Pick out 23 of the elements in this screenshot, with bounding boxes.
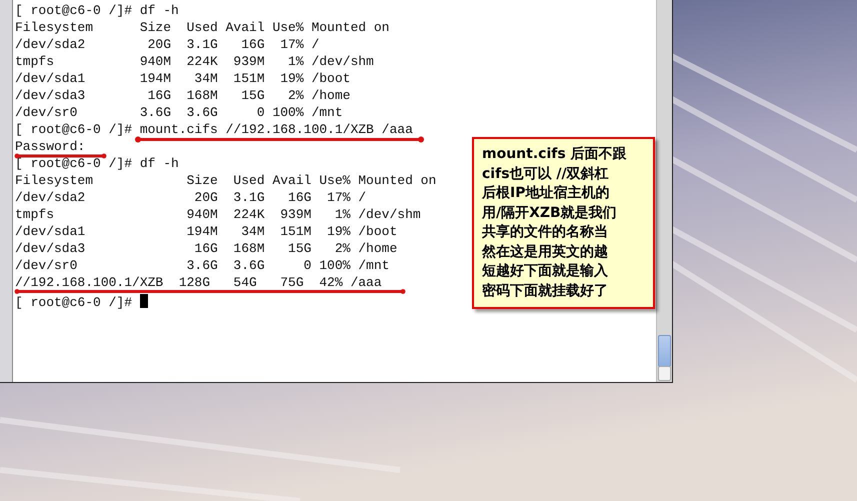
terminal-line: /dev/sda2 20G 3.1G 16G 17% /: [15, 192, 366, 204]
terminal-line: [ root@c6-0 /]# df -h: [15, 5, 179, 17]
terminal-line: /dev/sda1 194M 34M 151M 19% /boot: [15, 226, 398, 238]
terminal-line: Filesystem Size Used Avail Use% Mounted on: [15, 22, 390, 34]
terminal-line: /dev/sda1 194M 34M 151M 19% /boot: [15, 73, 350, 85]
terminal-prompt: [ root@c6-0 /]#: [15, 295, 134, 310]
terminal-line: Password:: [15, 141, 86, 153]
scrollbar-thumb[interactable]: [658, 335, 671, 367]
terminal-line: /dev/sda3 16G 168M 15G 2% /home: [15, 243, 398, 255]
terminal-line: tmpfs 940M 224K 939M 1% /dev/shm: [15, 56, 374, 68]
scroll-down-button[interactable]: [658, 366, 671, 381]
scrollbar[interactable]: [656, 0, 672, 382]
terminal-line: /dev/sda3 16G 168M 15G 2% /home: [15, 90, 350, 102]
terminal-line: //192.168.100.1/XZB 128G 54G 75G 42% /aaa: [15, 277, 382, 289]
terminal-line: [ root@c6-0 /]# mount.cifs //192.168.100.1/XZB /aaa: [15, 124, 413, 136]
annotation-note: mount.cifs 后面不跟 cifs也可以 //双斜杠 后根IP地址宿主机的 用/隔开XZB就是我们 共享的文件的名称当 然在这是用英文的越 短越好下面就是输入 密码下面就挂载好了: [472, 137, 655, 309]
cursor: [140, 294, 148, 308]
terminal-line: [ root@c6-0 /]# df -h: [15, 158, 179, 170]
terminal-line: /dev/sr0 3.6G 3.6G 0 100% /mnt: [15, 107, 343, 119]
terminal-line: /dev/sda2 20G 3.1G 16G 17% /: [15, 39, 320, 51]
terminal-line: /dev/sr0 3.6G 3.6G 0 100% /mnt: [15, 260, 390, 272]
terminal-line: tmpfs 940M 224K 939M 1% /dev/shm: [15, 209, 421, 221]
terminal-line: Filesystem Size Used Avail Use% Mounted on: [15, 175, 436, 187]
